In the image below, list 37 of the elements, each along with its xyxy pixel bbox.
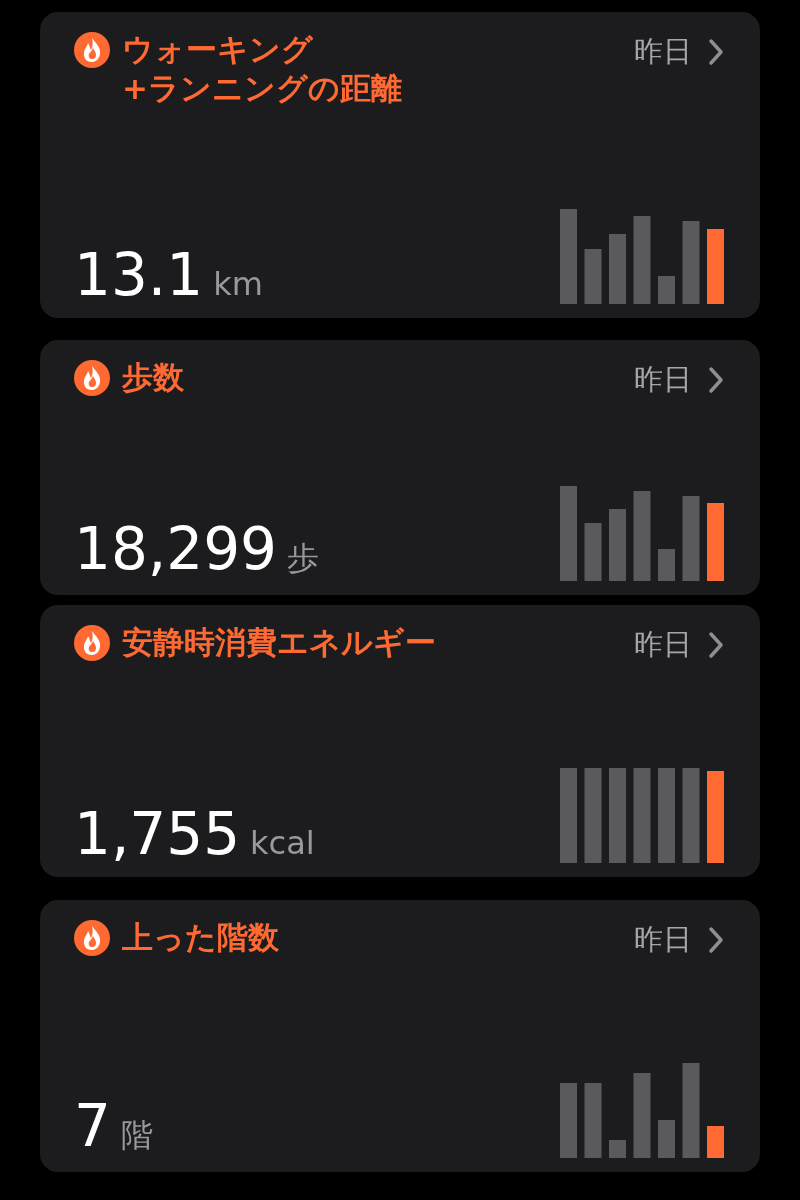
chart-bar — [658, 1120, 675, 1158]
unit-label: 階 — [120, 1115, 153, 1156]
metric-value: 7 — [74, 1097, 111, 1155]
unit-label: 歩 — [286, 538, 319, 579]
metric-value: 18,299 — [74, 520, 277, 578]
chart-bar — [584, 249, 602, 304]
chart-bar — [658, 549, 675, 581]
card-background[interactable]: 安静時消費エネルギー 昨日 1,755 kcal — [40, 605, 760, 877]
card-title: 安静時消費エネルギー — [122, 623, 436, 662]
card-background[interactable]: ウォーキング +ランニングの距離 昨日 13.1 km — [40, 12, 760, 318]
date-label: 昨日 — [634, 921, 692, 958]
card-background[interactable]: 歩数 昨日 18,299 歩 — [40, 340, 760, 595]
chevron-right-icon[interactable] — [708, 38, 724, 66]
chart-bar — [658, 276, 675, 304]
metric-value: 13.1 — [74, 246, 204, 304]
card-title: ウォーキング +ランニングの距離 — [122, 30, 402, 109]
chevron-right-icon[interactable] — [708, 366, 724, 394]
date-label: 昨日 — [634, 33, 692, 70]
flame-icon — [74, 625, 110, 661]
chart-bar — [584, 523, 602, 581]
date-label: 昨日 — [634, 361, 692, 398]
card-title: 上った階数 — [122, 918, 279, 957]
chart-bar — [609, 509, 626, 581]
chart-bar — [609, 234, 626, 304]
card-background[interactable]: 上った階数 昨日 7 階 — [40, 900, 760, 1172]
unit-label: km — [213, 265, 263, 303]
unit-label: kcal — [250, 824, 315, 862]
chevron-right-icon[interactable] — [708, 926, 724, 954]
date-label: 昨日 — [634, 626, 692, 663]
flame-icon — [74, 360, 110, 396]
flame-icon — [74, 32, 110, 68]
flame-icon — [74, 920, 110, 956]
chart-bar — [609, 1140, 626, 1158]
chart-bar — [707, 1126, 724, 1158]
chevron-right-icon[interactable] — [708, 631, 724, 659]
card-title: 歩数 — [122, 358, 184, 397]
metric-value: 1,755 — [74, 805, 241, 863]
